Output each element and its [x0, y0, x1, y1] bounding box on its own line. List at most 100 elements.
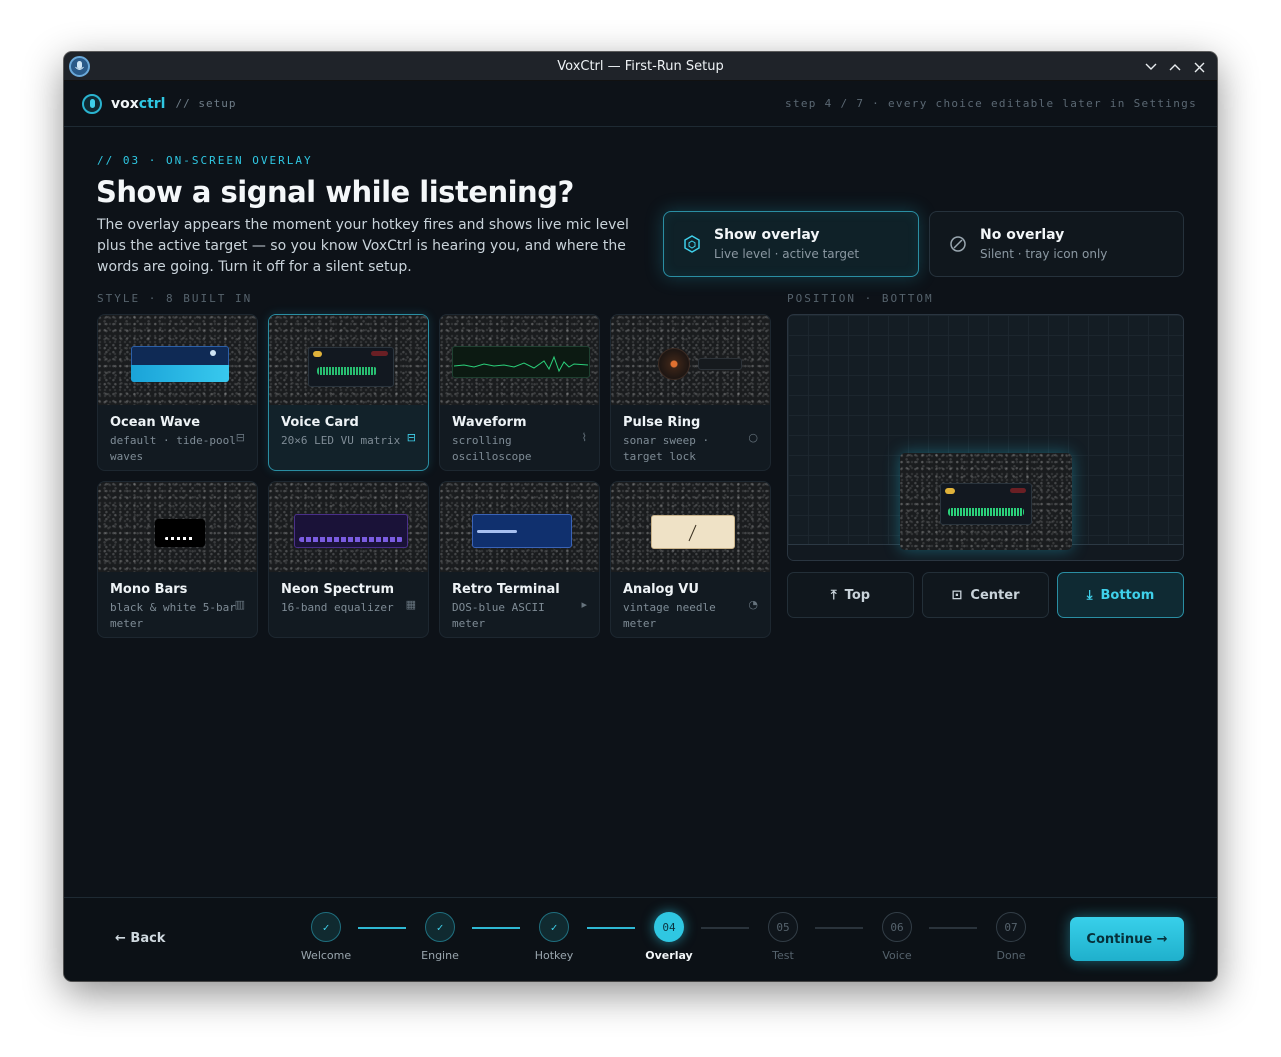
- retro-terminal-preview: [440, 482, 599, 572]
- style-name: Waveform: [452, 415, 527, 430]
- style-description: 16-band equalizer: [281, 601, 394, 614]
- position-top-button[interactable]: ⤒ Top: [787, 572, 914, 618]
- step-label: Engine: [421, 949, 459, 962]
- style-section-label: STYLE · 8 BUILT IN: [97, 292, 253, 305]
- minimize-icon[interactable]: [1141, 57, 1161, 77]
- step-welcome[interactable]: ✓ Welcome: [286, 912, 366, 962]
- step-number: 05: [768, 912, 798, 942]
- page-description: The overlay appears the moment your hotk…: [97, 217, 629, 275]
- style-description: sonar sweep · target lock: [623, 434, 710, 463]
- overlay-preview: [900, 453, 1072, 550]
- position-label: Top: [844, 587, 871, 603]
- neon-spectrum-preview: [269, 482, 428, 572]
- page-title: Show a signal while listening?: [96, 175, 574, 209]
- hexagon-icon: [682, 234, 702, 254]
- app-icon[interactable]: [69, 56, 90, 77]
- style-description: black & white 5-bar meter: [110, 601, 236, 630]
- step-voice: 06 Voice: [857, 912, 937, 962]
- brand-mic-icon: [82, 93, 102, 114]
- gauge-icon: ◔: [748, 598, 758, 611]
- pulse-ring-preview: [611, 315, 770, 405]
- style-card-retro-terminal[interactable]: Retro Terminal DOS-blue ASCII meter ▸: [439, 481, 600, 638]
- style-card-analog-vu[interactable]: Analog VU vintage needle meter ◔: [610, 481, 771, 638]
- position-label: Center: [970, 587, 1020, 603]
- window-title: VoxCtrl — First-Run Setup: [557, 58, 724, 74]
- continue-button[interactable]: Continue →: [1070, 917, 1184, 961]
- app-header: voxctrl // setup step 4 / 7 · every choi…: [64, 81, 1217, 127]
- analog-vu-preview: [611, 482, 770, 572]
- style-name: Retro Terminal: [452, 582, 560, 597]
- align-top-icon: ⤒: [830, 587, 837, 603]
- ring-icon: ○: [748, 431, 758, 444]
- style-name: Voice Card: [281, 415, 359, 430]
- step-connector: [587, 927, 635, 929]
- breadcrumb: // setup: [175, 97, 237, 110]
- style-description: scrolling oscilloscope: [452, 434, 532, 463]
- step-label: Test: [772, 949, 794, 962]
- align-center-icon: ⊡: [951, 587, 963, 603]
- style-card-voice-card[interactable]: Voice Card 20×6 LED VU matrix ⊟: [268, 314, 429, 471]
- step-label: Hotkey: [534, 949, 574, 962]
- position-center-button[interactable]: ⊡ Center: [922, 572, 1049, 618]
- grid-icon: ▦: [405, 598, 416, 611]
- position-section-label: POSITION · BOTTOM: [787, 292, 934, 305]
- step-label: Done: [996, 949, 1026, 962]
- wave-icon: ⌇: [581, 431, 587, 444]
- style-name: Neon Spectrum: [281, 582, 395, 597]
- check-icon: ✓: [539, 912, 569, 942]
- mono-bars-preview: [98, 482, 257, 572]
- step-number: 07: [996, 912, 1026, 942]
- position-label: Bottom: [1100, 587, 1155, 603]
- style-card-neon-spectrum[interactable]: Neon Spectrum 16-band equalizer ▦: [268, 481, 429, 638]
- check-icon: ✓: [425, 912, 455, 942]
- option-subtitle: Live level · active target: [714, 247, 860, 261]
- step-test: 05 Test: [743, 912, 823, 962]
- card-icon: ⊟: [406, 431, 416, 444]
- titlebar: VoxCtrl — First-Run Setup: [64, 52, 1217, 81]
- style-card-waveform[interactable]: Waveform scrolling oscilloscope ⌇: [439, 314, 600, 471]
- style-card-ocean-wave[interactable]: Ocean Wave default · tide-pool waves ⊟: [97, 314, 258, 471]
- step-label: Overlay: [645, 949, 693, 962]
- step-number: 04: [654, 912, 684, 942]
- step-number: 06: [882, 912, 912, 942]
- style-description: default · tide-pool waves: [110, 434, 236, 463]
- step-hotkey[interactable]: ✓ Hotkey: [514, 912, 594, 962]
- wizard-footer: ← Back ✓ Welcome ✓ Engine ✓ Hotkey 04 Ov…: [64, 897, 1217, 981]
- app-window: VoxCtrl — First-Run Setup voxctrl // set…: [64, 52, 1217, 981]
- style-description: vintage needle meter: [623, 601, 716, 630]
- option-title: No overlay: [980, 227, 1065, 243]
- style-name: Ocean Wave: [110, 415, 201, 430]
- style-name: Analog VU: [623, 582, 699, 597]
- step-label: Voice: [882, 949, 912, 962]
- section-eyebrow: // 03 · ON-SCREEN OVERLAY: [97, 154, 313, 167]
- style-card-pulse-ring[interactable]: Pulse Ring sonar sweep · target lock ○: [610, 314, 771, 471]
- brand-name: voxctrl: [111, 95, 166, 112]
- no-overlay-option[interactable]: No overlay Silent · tray icon only: [929, 211, 1184, 277]
- back-button[interactable]: ← Back: [115, 931, 165, 946]
- style-name: Pulse Ring: [623, 415, 701, 430]
- step-overlay[interactable]: 04 Overlay: [629, 912, 709, 962]
- option-subtitle: Silent · tray icon only: [980, 247, 1108, 261]
- ocean-wave-preview: [98, 315, 257, 405]
- step-note: step 4 / 7 · every choice editable later…: [785, 97, 1197, 110]
- step-label: Welcome: [300, 949, 352, 962]
- waveform-preview: [440, 315, 599, 405]
- check-icon: ✓: [311, 912, 341, 942]
- show-overlay-option[interactable]: Show overlay Live level · active target: [663, 211, 919, 277]
- bars-icon: ▥: [234, 598, 245, 611]
- ban-icon: [948, 234, 968, 254]
- maximize-icon[interactable]: [1165, 57, 1185, 77]
- terminal-icon: ▸: [581, 598, 587, 611]
- align-bottom-icon: ⤓: [1086, 587, 1093, 603]
- voice-card-preview: [269, 315, 428, 405]
- option-title: Show overlay: [714, 227, 820, 243]
- style-description: DOS-blue ASCII meter: [452, 601, 545, 630]
- step-done: 07 Done: [971, 912, 1051, 962]
- style-card-mono-bars[interactable]: Mono Bars black & white 5-bar meter ▥: [97, 481, 258, 638]
- sliders-icon: ⊟: [235, 431, 245, 444]
- position-bottom-button[interactable]: ⤓ Bottom: [1057, 572, 1184, 618]
- step-engine[interactable]: ✓ Engine: [400, 912, 480, 962]
- style-name: Mono Bars: [110, 582, 188, 597]
- style-description: 20×6 LED VU matrix: [281, 434, 401, 447]
- close-icon[interactable]: [1189, 57, 1209, 77]
